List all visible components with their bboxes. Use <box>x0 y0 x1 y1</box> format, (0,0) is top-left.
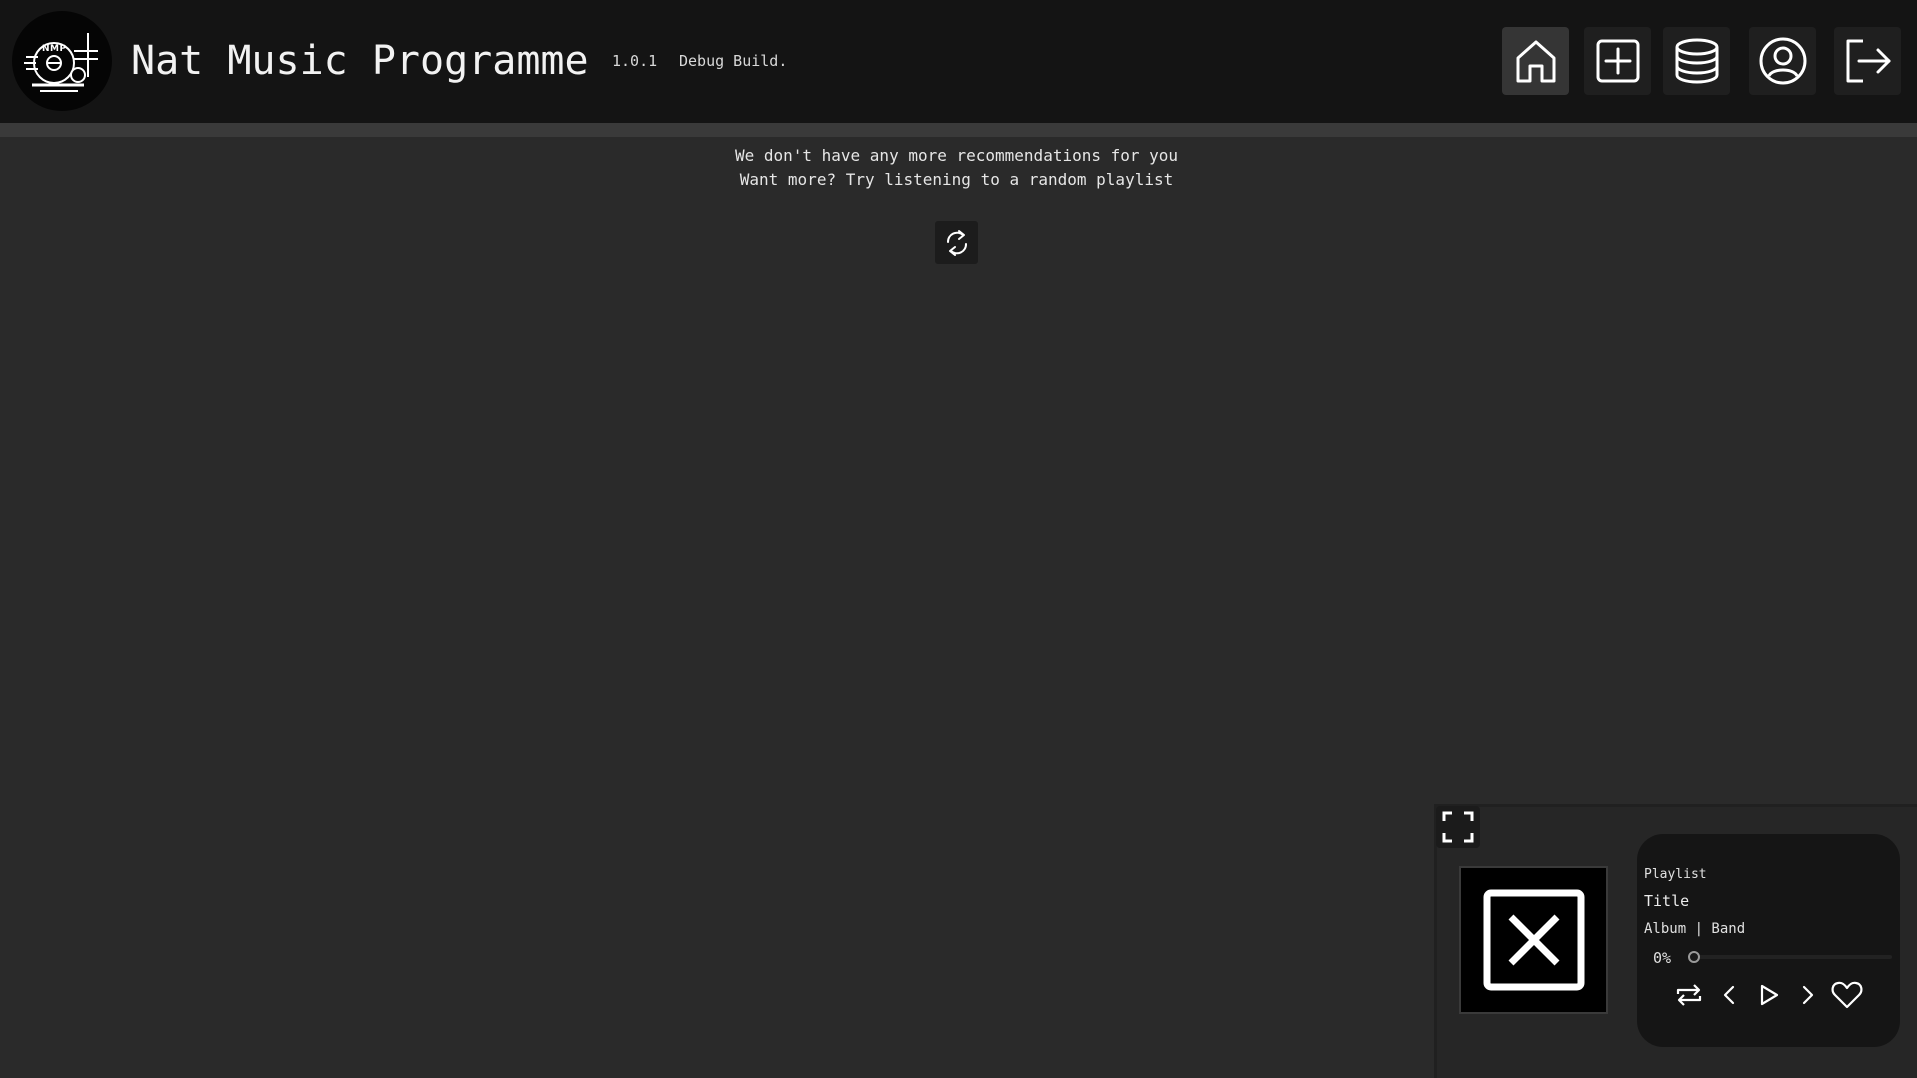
app-title: Nat Music Programme <box>131 38 589 84</box>
home-button[interactable] <box>1502 27 1569 95</box>
fullscreen-button[interactable] <box>1436 806 1480 848</box>
next-button[interactable] <box>1796 978 1820 1012</box>
playlist-label: Playlist <box>1644 867 1707 882</box>
progress-handle[interactable] <box>1688 951 1700 963</box>
user-circle-icon <box>1759 37 1806 85</box>
heart-icon <box>1831 981 1863 1009</box>
random-playlist-hint: Want more? Try listening to a random pla… <box>739 170 1174 189</box>
database-icon <box>1675 38 1718 84</box>
logout-icon <box>1846 39 1890 83</box>
previous-button[interactable] <box>1717 978 1741 1012</box>
favorite-button[interactable] <box>1829 978 1865 1012</box>
app-header: NMP Nat Music Programme 1.0.1 Debug Buil… <box>0 0 1917 123</box>
refresh-icon <box>946 229 967 256</box>
album-band-label: Album | Band <box>1644 921 1746 937</box>
progress-bar[interactable] <box>1690 955 1892 959</box>
refresh-button[interactable] <box>935 221 978 264</box>
play-icon <box>1760 984 1779 1006</box>
database-button[interactable] <box>1663 27 1730 95</box>
next-icon <box>1802 985 1814 1005</box>
repeat-button[interactable] <box>1672 978 1706 1012</box>
version-label: 1.0.1 <box>612 52 658 70</box>
empty-message: We don't have any more recommendations f… <box>734 146 1179 165</box>
plus-square-icon <box>1596 39 1639 83</box>
home-icon <box>1516 40 1555 83</box>
play-button[interactable] <box>1755 978 1783 1012</box>
previous-icon <box>1723 985 1735 1005</box>
progress-percent: 0% <box>1653 949 1672 967</box>
add-button[interactable] <box>1584 27 1651 95</box>
logout-button[interactable] <box>1834 27 1901 95</box>
fullscreen-icon <box>1442 811 1474 843</box>
album-artwork <box>1459 866 1608 1014</box>
build-label: Debug Build. <box>679 52 788 70</box>
repeat-icon <box>1676 984 1702 1006</box>
logo-text: NMP <box>42 44 67 54</box>
track-title: Title <box>1644 892 1690 910</box>
account-button[interactable] <box>1749 27 1816 95</box>
app-logo: NMP <box>12 11 112 111</box>
header-divider <box>0 123 1917 137</box>
no-image-icon <box>1483 889 1584 991</box>
logo-icon <box>24 33 98 92</box>
